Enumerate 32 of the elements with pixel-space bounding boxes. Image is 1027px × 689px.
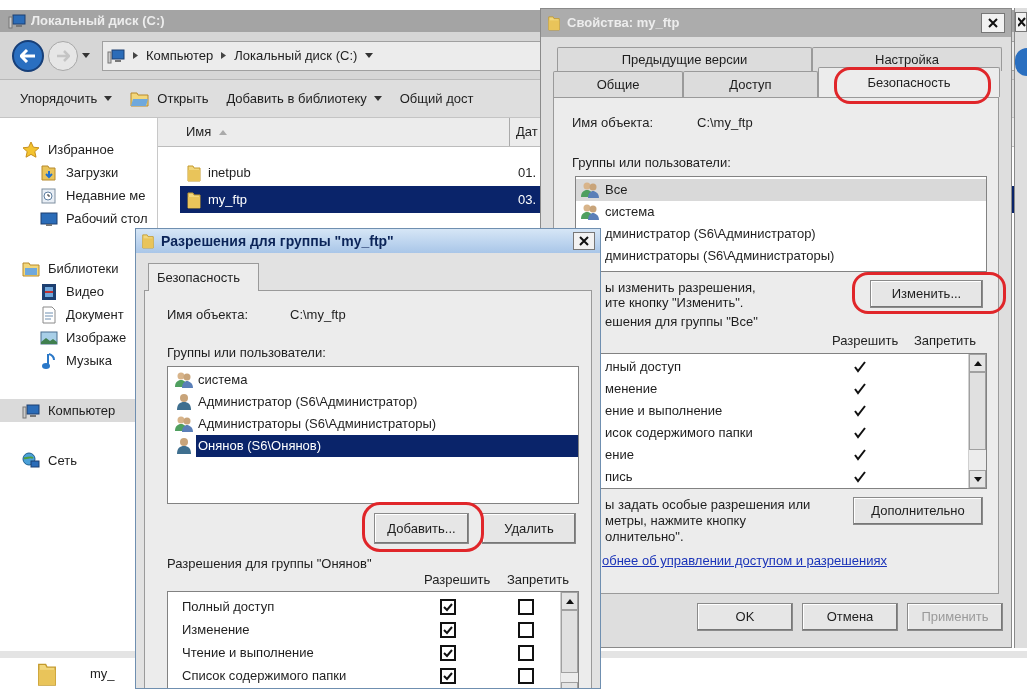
permission-name: Изменение [181, 620, 251, 639]
permission-name: Чтение и выполнение [181, 643, 315, 662]
permission-name: Полный доступ [181, 597, 276, 616]
section-label: ешения для группы "Все" [605, 313, 758, 332]
file-name: my_ [90, 664, 115, 683]
column-heading: Разрешить [832, 332, 900, 351]
file-date: 01. [518, 163, 537, 182]
permission-name: пись [604, 468, 634, 487]
field-label: Группы или пользователи: [167, 344, 326, 363]
help-text: ы задать особые разрешения или метры, нажмите кнопку олнительно". [604, 497, 811, 545]
permission-name: менение [604, 380, 659, 399]
field-label: Имя объекта: [572, 114, 654, 133]
permission-name: ение и выполнение [604, 402, 724, 421]
column-heading: Разрешить [424, 571, 492, 590]
permission-name: Список содержимого папки [181, 666, 348, 685]
file-name: my_ftp [208, 190, 247, 209]
permission-name: лный доступ [604, 358, 682, 377]
field-label: Группы или пользователи: [572, 154, 731, 173]
field-value: C:\my_ftp [290, 306, 346, 325]
help-text: ы изменить разрешения, ите кнопку "Изменить". [604, 280, 756, 310]
window-title: Локальный диск (C:) [31, 12, 165, 31]
window-title: Свойства: my_ftp [567, 14, 680, 33]
section-label: Разрешения для группы "Онянов" [167, 555, 372, 574]
column-heading: Запретить [507, 571, 570, 590]
file-name: inetpub [208, 163, 251, 182]
field-value: C:\my_ftp [697, 114, 753, 133]
field-label: Имя объекта: [167, 306, 249, 325]
column-heading: Запретить [914, 332, 977, 351]
window-title: Разрешения для группы "my_ftp" [161, 231, 394, 251]
file-date: 03. [518, 190, 537, 209]
permission-name: ение [604, 446, 635, 465]
permission-name: исок содержимого папки [604, 424, 754, 443]
